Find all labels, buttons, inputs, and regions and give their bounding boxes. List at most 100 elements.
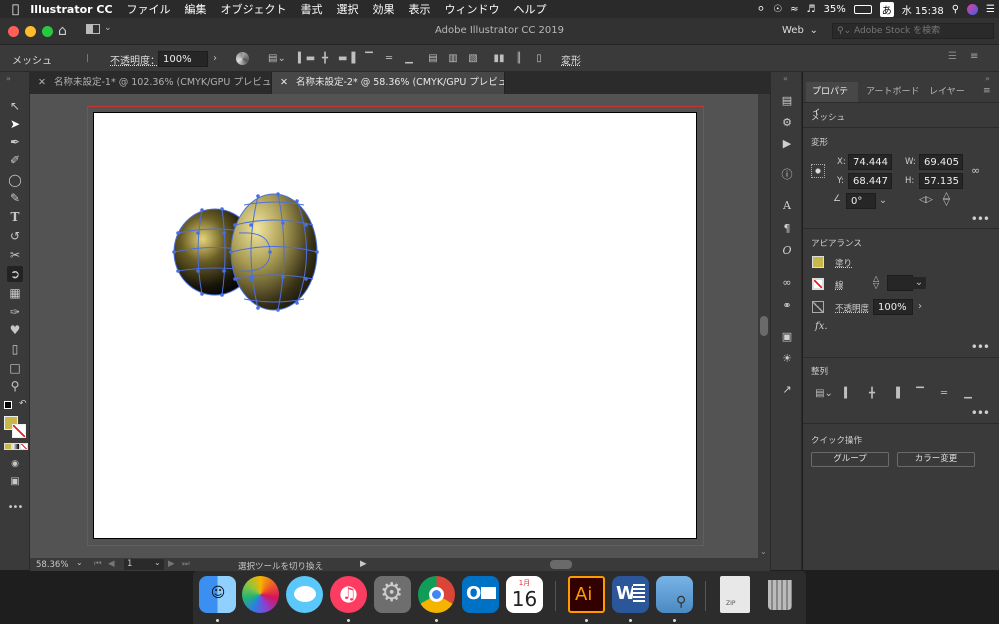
distribute-right-icon[interactable]: ▯: [532, 53, 546, 65]
info-icon[interactable]: ⓘ: [780, 168, 794, 182]
tab-artboards[interactable]: アートボード: [860, 82, 925, 102]
collapse-panel-icon[interactable]: «: [783, 74, 788, 83]
recolor-artwork-icon[interactable]: [236, 52, 249, 65]
menu-app-name[interactable]: Illustrator CC: [26, 3, 119, 16]
dock-preview[interactable]: ⚲: [656, 576, 693, 613]
sync-icon[interactable]: ☉: [773, 4, 782, 15]
artboard-tool-icon[interactable]: □: [7, 360, 23, 376]
h-field[interactable]: 57.135: [919, 173, 963, 189]
appearance-stroke-swatch[interactable]: [812, 278, 824, 290]
collapse-panel-icon[interactable]: »: [6, 74, 11, 83]
menu-file[interactable]: ファイル: [120, 1, 178, 17]
menu-type[interactable]: 書式: [294, 1, 330, 17]
swap-colors-icon[interactable]: ↶: [19, 399, 27, 409]
paintbrush-tool-icon[interactable]: ✎: [7, 190, 23, 206]
curvature-tool-icon[interactable]: ✐: [7, 152, 23, 168]
chevron-down-icon[interactable]: ⌄: [912, 277, 926, 289]
status-menu-icon[interactable]: ▶: [360, 559, 367, 569]
distribute-bottom-icon[interactable]: ▧: [466, 53, 480, 65]
align-left-icon[interactable]: ▍▬: [298, 53, 315, 65]
control-bar-options-icon[interactable]: ☰: [948, 51, 957, 62]
dock-photos[interactable]: [242, 576, 279, 613]
paragraph-panel-icon[interactable]: ¶: [780, 222, 794, 236]
notification-center-icon[interactable]: ☰: [986, 4, 995, 15]
default-colors-icon[interactable]: [4, 401, 12, 409]
battery-percent[interactable]: 35%: [823, 4, 845, 15]
collapse-panel-icon[interactable]: »: [985, 74, 990, 83]
ellipse-tool-icon[interactable]: ◯: [7, 172, 23, 188]
screen-mode-icon[interactable]: ▣: [7, 474, 23, 490]
menu-window[interactable]: ウィンドウ: [438, 1, 507, 17]
eyedropper-tool-icon[interactable]: ✑: [7, 304, 23, 320]
flip-vertical-icon[interactable]: △ ▽: [943, 192, 950, 208]
creative-cloud-libraries-icon[interactable]: ⚭: [780, 299, 794, 313]
clock[interactable]: 水 15:38: [902, 2, 944, 17]
symbol-sprayer-tool-icon[interactable]: ▯: [7, 341, 23, 357]
appearance-panel-icon[interactable]: ☀: [780, 352, 794, 366]
flip-horizontal-icon[interactable]: ◁▷: [919, 195, 933, 205]
previous-artboard-icon[interactable]: ◀: [108, 559, 115, 569]
libraries-icon[interactable]: ▤: [780, 94, 794, 108]
last-artboard-icon[interactable]: ⏭: [182, 559, 190, 569]
first-artboard-icon[interactable]: ⏮: [94, 559, 102, 569]
distribute-vertical-center-icon[interactable]: ▥: [446, 53, 460, 65]
dock-system-preferences[interactable]: ⚙: [374, 576, 411, 613]
links-panel-icon[interactable]: ∞: [780, 276, 794, 290]
ime-indicator[interactable]: あ: [879, 1, 894, 17]
tab-layers[interactable]: レイヤー: [923, 82, 971, 102]
dock-word[interactable]: W: [612, 576, 649, 613]
drawing-mode-icon[interactable]: ◉: [7, 456, 23, 472]
more-options-icon[interactable]: •••: [971, 340, 990, 354]
menu-help[interactable]: ヘルプ: [507, 1, 554, 17]
apple-icon[interactable]: : [0, 2, 26, 16]
align-to-selection-icon[interactable]: ▤⌄: [268, 53, 286, 65]
vertical-scrollbar[interactable]: ⌄: [758, 94, 770, 558]
scroll-down-icon[interactable]: ⌄: [760, 547, 767, 556]
artboard[interactable]: [93, 112, 697, 539]
dock-music[interactable]: ♫: [330, 576, 367, 613]
opacity-menu-chevron-icon[interactable]: ›: [913, 301, 927, 313]
rotate-field[interactable]: 0°: [846, 193, 876, 209]
dock-messages[interactable]: [286, 576, 323, 613]
chevron-down-icon[interactable]: ⌄: [76, 558, 83, 567]
align-right-icon[interactable]: ▐: [889, 388, 903, 400]
tab-properties[interactable]: プロパティ: [806, 82, 858, 117]
chevron-down-icon[interactable]: ⌄: [154, 558, 161, 567]
w-field[interactable]: 69.405: [919, 154, 963, 170]
menu-select[interactable]: 選択: [330, 1, 366, 17]
y-field[interactable]: 68.447: [848, 173, 892, 189]
spotlight-search-icon[interactable]: ⚲: [952, 4, 959, 15]
appearance-opacity-field[interactable]: 100%: [873, 299, 913, 315]
selection-tool-icon[interactable]: ↖: [7, 98, 23, 114]
volume-icon[interactable]: ♬: [807, 4, 816, 15]
wifi-icon[interactable]: ≈: [790, 4, 798, 15]
opacity-menu-chevron-icon[interactable]: ›: [208, 53, 222, 65]
align-left-icon[interactable]: ▍: [841, 388, 855, 400]
zoom-level[interactable]: 58.36%: [36, 560, 68, 570]
next-artboard-icon[interactable]: ▶: [168, 559, 175, 569]
none-mode-icon[interactable]: [20, 443, 28, 450]
distribute-left-icon[interactable]: ▮▮: [492, 53, 506, 65]
constrain-proportions-icon[interactable]: ∞: [971, 164, 980, 177]
more-options-icon[interactable]: •••: [971, 406, 990, 420]
scissors-tool-icon[interactable]: ✂: [7, 247, 23, 263]
align-top-icon[interactable]: ▔: [913, 388, 927, 400]
zoom-tool-icon[interactable]: ⚲: [7, 378, 23, 394]
edit-toolbar-icon[interactable]: •••: [7, 500, 24, 516]
horizontal-scroll-thumb[interactable]: [550, 560, 572, 569]
dock-zip-file[interactable]: ZIP: [720, 576, 750, 613]
close-tab-icon[interactable]: ✕: [38, 77, 46, 88]
tab-document-2[interactable]: ✕ 名称未設定-2* @ 58.36% (CMYK/GPU プレビュー): [272, 72, 505, 94]
reference-point-icon[interactable]: [811, 164, 825, 178]
opacity-field[interactable]: 100%: [158, 51, 208, 67]
align-to-selection-icon[interactable]: ▤⌄: [813, 388, 835, 400]
align-right-icon[interactable]: ▬▐: [338, 53, 355, 65]
dock-calendar[interactable]: 1月 16: [506, 576, 543, 613]
siri-icon[interactable]: [967, 3, 979, 15]
transform-link[interactable]: 変形: [561, 52, 581, 67]
menu-object[interactable]: オブジェクト: [214, 1, 294, 17]
chevron-down-icon[interactable]: ⌄: [876, 195, 890, 207]
character-panel-icon[interactable]: A: [780, 199, 794, 213]
stroke-weight-stepper[interactable]: △ ▽: [873, 275, 879, 290]
dock-outlook[interactable]: O: [462, 576, 499, 613]
